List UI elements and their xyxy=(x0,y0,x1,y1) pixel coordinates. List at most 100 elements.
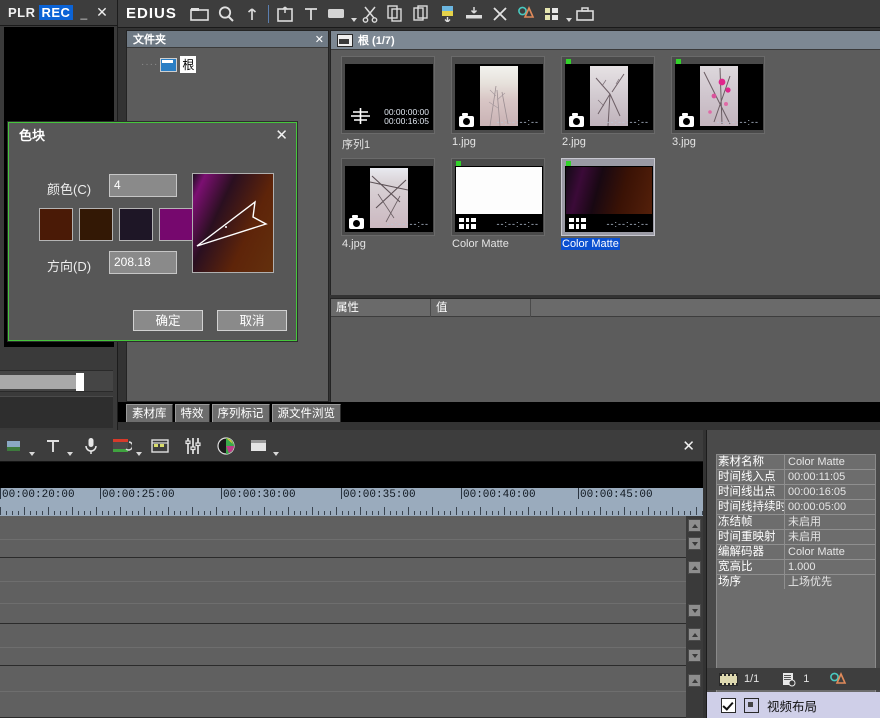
track-scroll-down-button[interactable] xyxy=(688,537,701,550)
timeline-header-gap xyxy=(0,462,703,488)
tree-item-root[interactable]: ···· 根 xyxy=(141,56,328,73)
tab-source-browser[interactable]: 源文件浏览 xyxy=(272,404,342,422)
copy-icon[interactable] xyxy=(383,1,409,27)
seek-handle[interactable] xyxy=(76,373,84,391)
track-scroll-down-button[interactable] xyxy=(688,604,701,617)
overwrite-clip-icon[interactable] xyxy=(461,1,487,27)
list-view-icon[interactable] xyxy=(539,1,565,27)
color-bar-icon[interactable] xyxy=(109,433,135,459)
color-swatch-4[interactable] xyxy=(159,208,193,241)
delete-icon[interactable] xyxy=(487,1,513,27)
color-block-dialog: 色块 ✕ 颜色(C) 4 方向(D) 208.18 确定 取消 xyxy=(8,122,297,341)
properties-column-extra[interactable] xyxy=(531,299,880,317)
gradient-preview[interactable] xyxy=(192,173,274,273)
bin-item-cell[interactable]: --:--:--:-- xyxy=(671,56,765,134)
add-clip-icon[interactable] xyxy=(272,1,298,27)
direction-label: 方向(D) xyxy=(47,256,91,275)
player-seek-slider[interactable] xyxy=(0,370,113,392)
mask-icon[interactable] xyxy=(829,672,847,687)
timeline-track[interactable] xyxy=(0,624,703,666)
toolbox-icon[interactable] xyxy=(572,1,598,27)
caret-down-icon[interactable] xyxy=(273,452,279,456)
color-swatch-2[interactable] xyxy=(79,208,113,241)
color-wheel-icon[interactable] xyxy=(213,433,239,459)
timeline-window: ✕ 00:00:20:00 00:00:25:00 00:00:30:00 00… xyxy=(0,430,703,718)
monitor-icon[interactable] xyxy=(324,1,350,27)
caret-down-icon[interactable] xyxy=(136,452,142,456)
bin-item-cell[interactable]: --:--:--:-- xyxy=(451,56,545,134)
bin-item[interactable]: --:--:--:-- 1.jpg xyxy=(451,56,552,152)
track-scroll-up-button[interactable] xyxy=(688,674,701,687)
bin-item[interactable]: --:--:--:-- Color Matte xyxy=(561,158,662,250)
restore-up-icon[interactable] xyxy=(239,1,265,27)
tab-effects[interactable]: 特效 xyxy=(175,404,210,422)
title-icon[interactable] xyxy=(298,1,324,27)
grid-icon[interactable] xyxy=(147,433,173,459)
clip-info-row: 编解码器Color Matte xyxy=(717,545,875,560)
track-scroll-down-button[interactable] xyxy=(688,649,701,662)
bin-item[interactable]: --:--:--:-- Color Matte xyxy=(451,158,552,250)
paste-icon[interactable] xyxy=(409,1,435,27)
video-layout-checkbox[interactable] xyxy=(721,698,736,713)
tab-sequence-markers[interactable]: 序列标记 xyxy=(212,404,270,422)
insert-clip-icon[interactable] xyxy=(435,1,461,27)
seek-progress-fill xyxy=(0,375,76,389)
close-icon[interactable]: ✕ xyxy=(96,4,108,21)
clip-info-value: Color Matte xyxy=(785,545,875,559)
clip-info-value: Color Matte xyxy=(785,455,875,469)
bin-item[interactable]: --:--:--:-- 3.jpg xyxy=(671,56,772,152)
properties-column-value[interactable]: 值 xyxy=(431,299,531,317)
track-scroll-up-button[interactable] xyxy=(688,519,701,532)
tab-asset-library[interactable]: 素材库 xyxy=(126,404,173,422)
bin-item-cell-selected[interactable]: --:--:--:-- xyxy=(561,158,655,236)
color-swatch-3[interactable] xyxy=(119,208,153,241)
timeline-ruler[interactable]: 00:00:20:00 00:00:25:00 00:00:30:00 00:0… xyxy=(0,488,703,516)
caret-down-icon[interactable] xyxy=(67,452,73,456)
caret-down-icon[interactable] xyxy=(29,452,35,456)
color-count-input[interactable]: 4 xyxy=(109,174,177,197)
mask-icon[interactable] xyxy=(513,1,539,27)
open-folder-icon[interactable] xyxy=(187,1,213,27)
cut-icon[interactable] xyxy=(357,1,383,27)
track-scroll-up-button[interactable] xyxy=(688,628,701,641)
minimize-icon[interactable]: _ xyxy=(80,9,87,17)
title-icon[interactable] xyxy=(40,433,66,459)
clip-info-key: 场序 xyxy=(717,575,785,589)
bin-item-cell[interactable]: --:--:--:-- xyxy=(451,158,545,236)
mixer-icon[interactable] xyxy=(180,433,206,459)
cancel-button[interactable]: 取消 xyxy=(217,310,287,331)
bin-header: 根 (1/7) xyxy=(331,31,880,50)
color-swatch-1[interactable] xyxy=(39,208,73,241)
search-icon[interactable] xyxy=(213,1,239,27)
bin-item-cell[interactable]: 00:00:00:00 00:00:16:05 xyxy=(341,56,435,134)
direction-input[interactable]: 208.18 xyxy=(109,251,177,274)
layout-icon[interactable] xyxy=(246,433,272,459)
gradient-shape-handles[interactable] xyxy=(193,174,273,272)
ok-button[interactable]: 确定 xyxy=(133,310,203,331)
close-icon[interactable]: ✕ xyxy=(682,437,695,455)
timeline-track[interactable] xyxy=(0,516,703,558)
timeline-track[interactable] xyxy=(0,558,703,624)
track-scroll-up-button[interactable] xyxy=(688,561,701,574)
bin-item-grid: 00:00:00:00 00:00:16:05 序列1 xyxy=(331,50,880,256)
close-icon[interactable]: ✕ xyxy=(315,33,324,46)
bin-item-thumbnail: --:--:--:-- xyxy=(675,64,763,130)
bin-item[interactable]: --:--:--:-- 4.jpg xyxy=(341,158,442,250)
properties-column-attribute[interactable]: 属性 xyxy=(331,299,431,317)
plr-logo: PLR xyxy=(8,5,36,20)
clip-info-panel: 素材名称Color Matte时间线入点00:00:11:05时间线出点00:0… xyxy=(706,430,880,718)
bin-item-duration: --:--:--:-- xyxy=(717,117,759,127)
bin-item-cell[interactable]: --:--:--:-- xyxy=(341,158,435,236)
mic-icon[interactable] xyxy=(78,433,104,459)
bin-item[interactable]: 00:00:00:00 00:00:16:05 序列1 xyxy=(341,56,442,152)
filmstrip-icon xyxy=(719,673,738,686)
add-clip-icon[interactable] xyxy=(2,433,28,459)
video-layout-footer[interactable]: 视频布局 xyxy=(707,692,880,718)
frame-counter: 1/1 xyxy=(744,673,759,685)
timeline-track-area[interactable] xyxy=(0,516,703,718)
bin-item-cell[interactable]: --:--:--:-- xyxy=(561,56,655,134)
timeline-track[interactable] xyxy=(0,666,703,718)
bin-item[interactable]: --:--:--:-- 2.jpg xyxy=(561,56,662,152)
close-icon[interactable]: ✕ xyxy=(275,126,288,144)
clip-info-value: 00:00:05:00 xyxy=(785,500,875,514)
